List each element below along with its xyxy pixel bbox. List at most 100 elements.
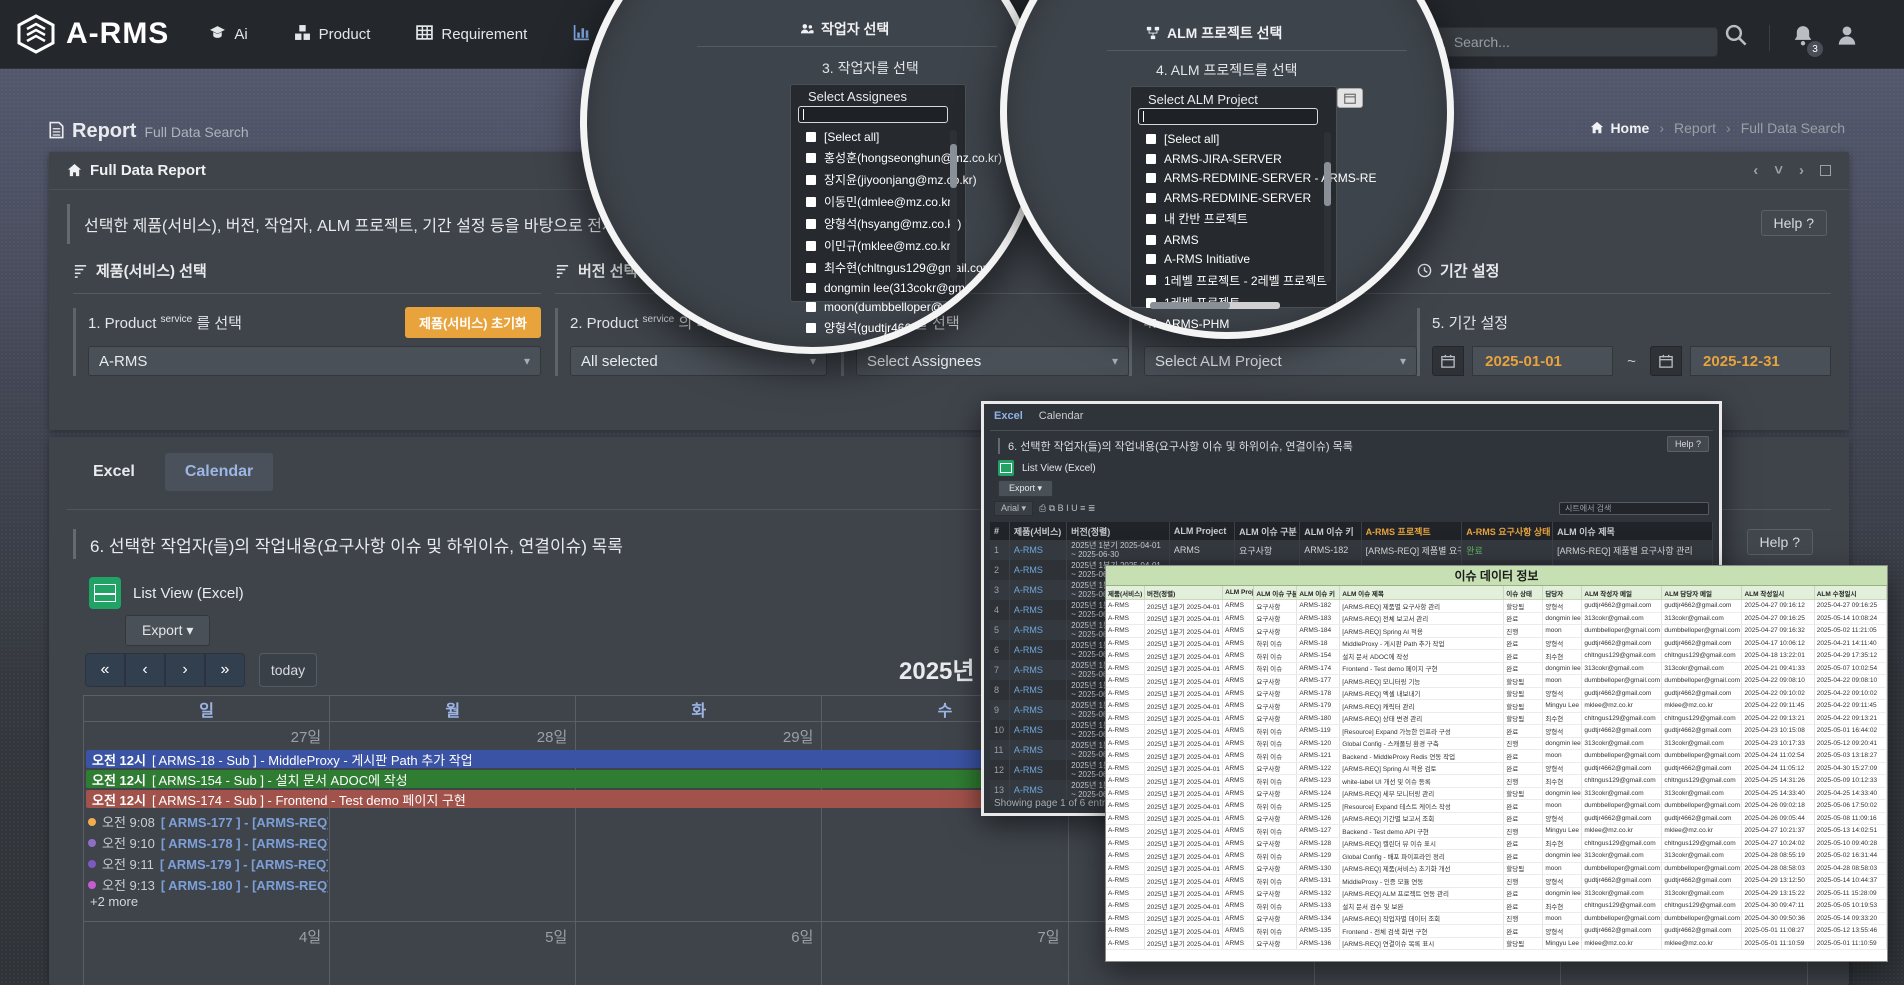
today-button[interactable]: today (259, 653, 317, 687)
alm-project-option[interactable]: 내 칸반 프로젝트 (1146, 210, 1376, 227)
assignee-option[interactable]: dongmin lee(313cokr@gmail.com) (806, 281, 1007, 295)
calendar-event[interactable]: 오전 9:08[ ARMS-177 ] - [ARMS-REQ] 모니 (88, 812, 328, 831)
table-row[interactable]: A-RMS2025년 1분기 2025-04-01 ~ 2025-06-30AR… (1106, 913, 1887, 926)
more-events-link[interactable]: +2 more (90, 894, 138, 909)
table-row[interactable]: A-RMS2025년 1분기 2025-04-01 ~ 2025-06-30AR… (1106, 800, 1887, 813)
calendar-day-cell[interactable]: 7일 (822, 922, 1068, 985)
checkbox-icon[interactable] (1146, 275, 1156, 285)
table-row[interactable]: A-RMS2025년 1분기 2025-04-01 ~ 2025-06-30AR… (1106, 638, 1887, 651)
checkbox-icon[interactable] (806, 302, 816, 312)
calendar-day-cell[interactable]: 6일 (576, 922, 822, 985)
checkbox-icon[interactable] (806, 197, 816, 207)
table-row[interactable]: A-RMS2025년 1분기 2025-04-01 ~ 2025-06-30AR… (1106, 688, 1887, 701)
scrollbar[interactable] (1324, 132, 1331, 282)
assignee-option[interactable]: 홍성훈(hongseonghun@mz.co.kr) (806, 149, 1007, 166)
table-row[interactable]: A-RMS2025년 1분기 2025-04-01 ~ 2025-06-30AR… (1106, 738, 1887, 751)
assignee-option[interactable]: [Select all] (806, 130, 1007, 144)
table-row[interactable]: A-RMS2025년 1분기 2025-04-01 ~ 2025-06-30AR… (1106, 700, 1887, 713)
table-row[interactable]: A-RMS2025년 1분기 2025-04-01 ~ 2025-06-30AR… (1106, 625, 1887, 638)
prev-button[interactable]: ‹ (125, 653, 165, 687)
notifications-bell-icon[interactable]: 3 (1792, 24, 1814, 51)
horizontal-scrollbar[interactable] (1150, 302, 1280, 309)
alm-project-option[interactable]: ARMS-JIRA-SERVER (1146, 152, 1376, 166)
checkbox-icon[interactable] (1146, 214, 1156, 224)
product-select[interactable]: A-RMS▾ (88, 346, 541, 376)
nav-item-product[interactable]: Product (294, 24, 371, 45)
breadcrumb-home[interactable]: Home (1590, 120, 1649, 136)
checkbox-icon[interactable] (1146, 134, 1156, 144)
checkbox-icon[interactable] (1146, 173, 1156, 183)
table-row[interactable]: A-RMS2025년 1분기 2025-04-01 ~ 2025-06-30AR… (1106, 825, 1887, 838)
tab-excel[interactable]: Excel (73, 453, 155, 491)
next-button[interactable]: › (165, 653, 205, 687)
table-row[interactable]: A-RMS2025년 1분기 2025-04-01 ~ 2025-06-30AR… (1106, 938, 1887, 951)
product-reset-button[interactable]: 제품(서비스) 초기화 (405, 307, 541, 338)
table-row[interactable]: 1A-RMS2025년 1분기 2025-04-01 ~ 2025-06-30A… (990, 540, 1713, 560)
calendar-icon[interactable] (1432, 346, 1464, 376)
help-button[interactable]: Help ? (1747, 529, 1813, 555)
assignee-option[interactable]: 이민규(mklee@mz.co.kr) (806, 237, 1007, 254)
assignee-option[interactable]: moon(dumbbelloper@gmail.com) (806, 300, 1007, 314)
help-button[interactable]: Help ? (1761, 210, 1827, 236)
collapse-left-icon[interactable]: ‹ (1753, 162, 1758, 179)
table-row[interactable]: A-RMS2025년 1분기 2025-04-01 ~ 2025-06-30AR… (1106, 725, 1887, 738)
checkbox-icon[interactable] (806, 132, 816, 142)
prev-year-button[interactable]: « (85, 653, 125, 687)
alm-project-option[interactable]: ARMS-REDMINE-SERVER (1146, 191, 1376, 205)
alm-project-option[interactable]: ARMS-REDMINE-SERVER - ARMS-RE (1146, 171, 1376, 185)
table-row[interactable]: A-RMS2025년 1분기 2025-04-01 ~ 2025-06-30AR… (1106, 663, 1887, 676)
table-row[interactable]: A-RMS2025년 1분기 2025-04-01 ~ 2025-06-30AR… (1106, 650, 1887, 663)
table-row[interactable]: A-RMS2025년 1분기 2025-04-01 ~ 2025-06-30AR… (1106, 838, 1887, 851)
assignee-option[interactable]: 양형석(gudtjr4662@gmail.com) (806, 319, 1007, 336)
assignee-dropdown-label[interactable]: Select Assignees (808, 89, 907, 104)
collapse-down-icon[interactable]: ˅ (1774, 162, 1783, 179)
calendar-event[interactable]: 오전 9:13[ ARMS-180 ] - [ARMS-REQ] 상태 (88, 875, 328, 894)
alm-project-option[interactable]: ARMS (1146, 233, 1376, 247)
table-row[interactable]: A-RMS2025년 1분기 2025-04-01 ~ 2025-06-30AR… (1106, 888, 1887, 901)
checkbox-icon[interactable] (1146, 319, 1156, 329)
table-row[interactable]: A-RMS2025년 1분기 2025-04-01 ~ 2025-06-30AR… (1106, 813, 1887, 826)
table-row[interactable]: A-RMS2025년 1분기 2025-04-01 ~ 2025-06-30AR… (1106, 600, 1887, 613)
assignee-option[interactable]: 양형석(hsyang@mz.co.kr) (806, 215, 1007, 232)
checkbox-icon[interactable] (806, 263, 816, 273)
overlay-tab-excel[interactable]: Excel (994, 410, 1023, 422)
user-profile-icon[interactable] (1836, 24, 1858, 51)
table-row[interactable]: A-RMS2025년 1분기 2025-04-01 ~ 2025-06-30AR… (1106, 900, 1887, 913)
font-select[interactable]: Arial ▾ (994, 501, 1033, 516)
collapse-right-icon[interactable]: › (1799, 162, 1804, 179)
search-input[interactable] (1454, 34, 1707, 50)
checkbox-icon[interactable] (806, 283, 816, 293)
alm-dropdown-label[interactable]: Select ALM Project (1148, 92, 1258, 107)
date-from-input[interactable]: 2025-01-01 (1472, 346, 1613, 376)
table-row[interactable]: A-RMS2025년 1분기 2025-04-01 ~ 2025-06-30AR… (1106, 925, 1887, 938)
overlay-tab-calendar[interactable]: Calendar (1039, 410, 1084, 422)
calendar-day-cell[interactable]: 5일 (330, 922, 576, 985)
app-logo[interactable]: A-RMS (16, 14, 169, 54)
table-row[interactable]: A-RMS2025년 1분기 2025-04-01 ~ 2025-06-30AR… (1106, 863, 1887, 876)
expand-icon[interactable] (1820, 165, 1831, 176)
alm-filter-input[interactable] (1138, 108, 1318, 125)
table-row[interactable]: A-RMS2025년 1분기 2025-04-01 ~ 2025-06-30AR… (1106, 763, 1887, 776)
assignee-filter-input[interactable] (798, 106, 948, 123)
export-button[interactable]: Export ▾ (125, 615, 210, 646)
assignee-option[interactable]: 최수현(chltngus129@gmail.com) (806, 259, 1007, 276)
table-row[interactable]: A-RMS2025년 1분기 2025-04-01 ~ 2025-06-30AR… (1106, 875, 1887, 888)
checkbox-icon[interactable] (806, 323, 816, 333)
calendar-day-cell[interactable]: 4일 (84, 922, 330, 985)
toolbar-controls[interactable]: ⎙ ⧉ B I U ≡ ≣ (1039, 503, 1095, 514)
calendar-icon[interactable] (1337, 88, 1363, 108)
checkbox-icon[interactable] (806, 175, 816, 185)
date-to-input[interactable]: 2025-12-31 (1690, 346, 1831, 376)
checkbox-icon[interactable] (1146, 235, 1156, 245)
nav-item-requirement[interactable]: Requirement (416, 24, 527, 45)
calendar-icon[interactable] (1650, 346, 1682, 376)
search-submit-icon[interactable] (1725, 24, 1747, 51)
assignee-option[interactable]: 장지윤(jiyoonjang@mz.co.kr) (806, 171, 1007, 188)
tab-calendar[interactable]: Calendar (165, 453, 273, 491)
table-row[interactable]: A-RMS2025년 1분기 2025-04-01 ~ 2025-06-30AR… (1106, 713, 1887, 726)
table-row[interactable]: A-RMS2025년 1분기 2025-04-01 ~ 2025-06-30AR… (1106, 613, 1887, 626)
alm-project-option[interactable]: [Select all] (1146, 132, 1376, 146)
checkbox-icon[interactable] (1146, 254, 1156, 264)
calendar-event[interactable]: 오전 9:10[ ARMS-178 ] - [ARMS-REQ] 엑셀 (88, 833, 328, 852)
help-button[interactable]: Help ? (1667, 436, 1709, 452)
